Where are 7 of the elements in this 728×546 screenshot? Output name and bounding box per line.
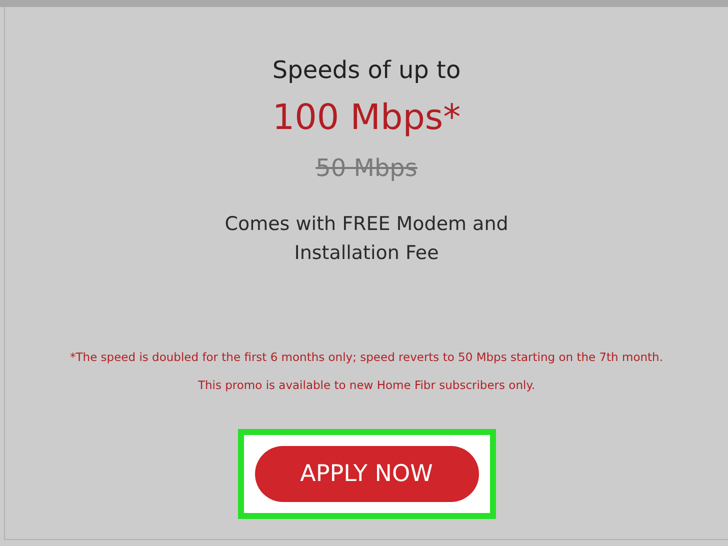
old-speed-text: 50 Mbps [316,153,418,184]
speed-text: 100 Mbps* [272,97,461,140]
footnote-text: *The speed is doubled for the first 6 months only; speed reverts to 50 Mbps starting on the 7th month. [70,349,663,366]
footnote-text: This promo is available to new Home Fibr subscribers only. [198,377,536,394]
apply-button[interactable]: APPLY NOW [254,446,478,502]
intro-text: Speeds of up to [272,55,461,86]
perk-text: Comes with FREE Modem and Installation Fee [224,212,510,266]
